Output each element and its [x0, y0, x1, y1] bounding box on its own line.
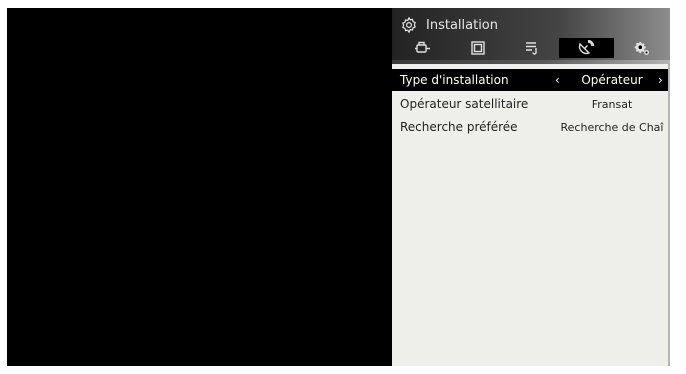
- setting-label: Type d'installation: [400, 73, 509, 87]
- chevron-right-icon[interactable]: ›: [658, 73, 663, 87]
- antenna-connector-icon: [414, 41, 432, 55]
- tab-settings[interactable]: [614, 38, 668, 58]
- setting-value: Fransat: [591, 97, 633, 111]
- setting-value: Recherche de Chaî: [560, 120, 664, 134]
- panel-title: Installation: [426, 17, 499, 33]
- setting-label: Recherche préférée: [400, 120, 518, 134]
- gears-icon: [632, 40, 650, 56]
- satellite-dish-icon: [577, 40, 595, 56]
- tab-satellite[interactable]: [559, 38, 614, 58]
- setting-value: Opérateur: [581, 73, 643, 87]
- tv-screen: Installation Type d'installation ‹ Opéra…: [7, 8, 670, 366]
- setting-row-preferred-search[interactable]: Recherche préférée Recherche de Chaî: [392, 116, 668, 138]
- gear-outline-icon: [400, 16, 418, 34]
- panel-title-row: Installation: [400, 15, 498, 35]
- tab-list[interactable]: [505, 38, 559, 58]
- panel-header: Installation: [392, 8, 670, 60]
- setting-row-installation-type[interactable]: Type d'installation ‹ Opérateur ›: [392, 69, 668, 91]
- installation-panel: Installation Type d'installation ‹ Opéra…: [392, 8, 670, 366]
- picture-icon: [470, 41, 485, 55]
- tab-picture[interactable]: [450, 38, 504, 58]
- list-icon: [525, 41, 539, 55]
- settings-list: Type d'installation ‹ Opérateur › Opérat…: [392, 64, 668, 366]
- setting-row-satellite-operator[interactable]: Opérateur satellitaire Fransat: [392, 93, 668, 115]
- panel-tabs: [396, 38, 668, 58]
- setting-label: Opérateur satellitaire: [400, 97, 529, 111]
- tab-antenna[interactable]: [396, 38, 450, 58]
